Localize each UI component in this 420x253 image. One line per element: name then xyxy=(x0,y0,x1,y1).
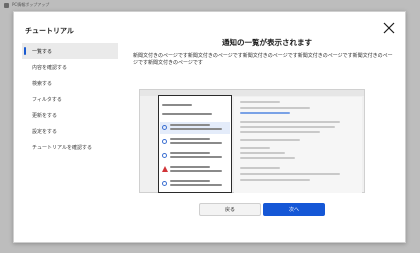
sidebar-item-check-content[interactable]: 内容を確認する xyxy=(22,59,118,75)
tutorial-main: 通知の一覧が表示されます 新聞文付きのページです新聞文付きのページです新聞文付き… xyxy=(133,37,401,67)
step-heading: 通知の一覧が表示されます xyxy=(222,38,312,47)
sidebar-item-filter[interactable]: フィルタする xyxy=(22,91,118,107)
background-titlebar: PC情報ポップアップ xyxy=(0,0,420,10)
close-button[interactable] xyxy=(381,20,397,36)
preview-detail-pane xyxy=(234,97,362,193)
sidebar-item-update[interactable]: 更新をする xyxy=(22,107,118,123)
tutorial-preview-image xyxy=(139,89,365,193)
sidebar-item-label: 内容を確認する xyxy=(32,64,68,71)
sidebar-item-label: 一覧する xyxy=(32,48,53,55)
sidebar-item-list[interactable]: 一覧する xyxy=(22,43,118,59)
close-icon xyxy=(383,22,395,34)
next-button[interactable]: 次へ xyxy=(263,203,325,216)
sidebar-item-label: チュートリアルを確認する xyxy=(32,144,92,151)
background-app-title: PC情報ポップアップ xyxy=(12,2,50,7)
unread-dot-icon xyxy=(162,125,167,130)
warning-icon xyxy=(162,166,168,172)
back-button-label: 戻る xyxy=(224,207,235,213)
sidebar-item-label: 設定をする xyxy=(32,128,58,135)
sidebar-item-label: 更新をする xyxy=(32,112,58,119)
unread-dot-icon xyxy=(162,153,167,158)
app-icon xyxy=(4,2,9,8)
sidebar-item-search[interactable]: 検索する xyxy=(22,75,118,91)
tutorial-sidebar: 一覧する 内容を確認する 検索する フィルタする 更新をする 設定をする チュー… xyxy=(22,43,118,155)
unread-dot-icon xyxy=(162,139,167,144)
next-button-label: 次へ xyxy=(288,207,299,213)
step-description: 新聞文付きのページです新聞文付きのページです新聞文付きのページです新聞文付きのペ… xyxy=(133,53,393,66)
sidebar-item-label: フィルタする xyxy=(32,96,62,103)
dialog-title: チュートリアル xyxy=(25,27,74,35)
unread-dot-icon xyxy=(162,181,167,186)
sidebar-item-settings[interactable]: 設定をする xyxy=(22,123,118,139)
sidebar-item-label: 検索する xyxy=(32,80,53,87)
sidebar-item-tutorial[interactable]: チュートリアルを確認する xyxy=(22,139,118,155)
preview-notification-list xyxy=(158,95,232,193)
back-button[interactable]: 戻る xyxy=(199,203,261,216)
